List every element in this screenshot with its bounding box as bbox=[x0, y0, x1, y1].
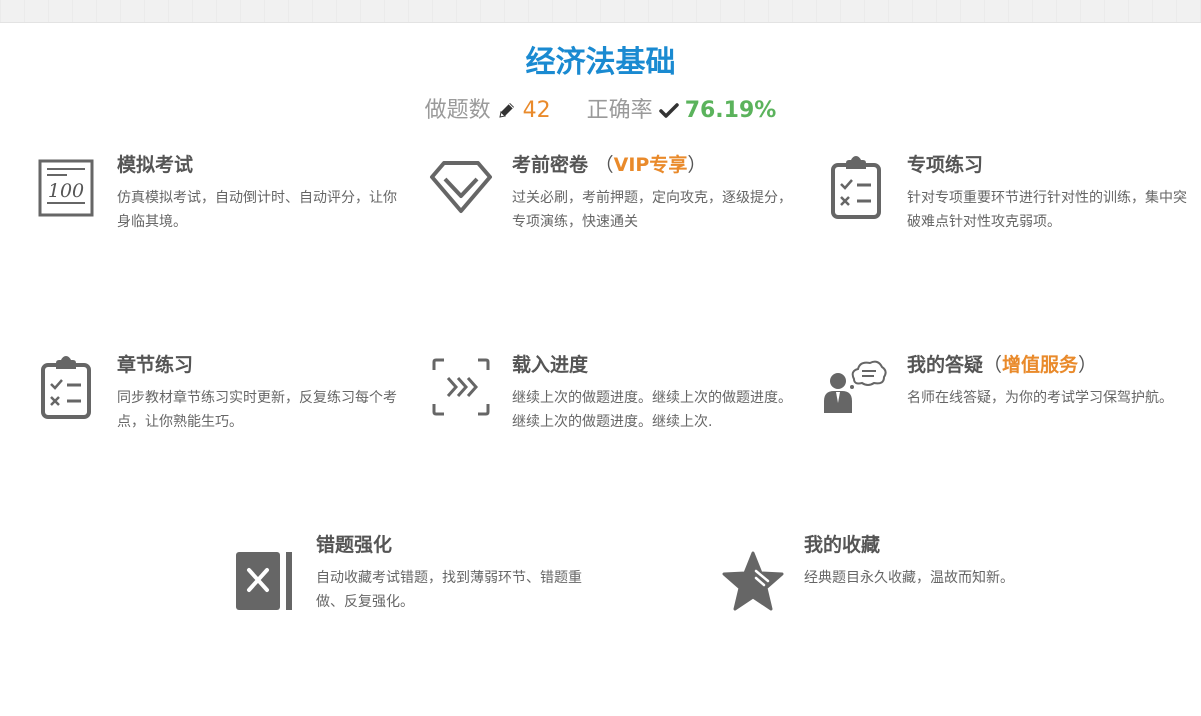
card-title: 模拟考试 bbox=[117, 154, 194, 176]
card-desc: 名师在线答疑，为你的考试学习保驾护航。 bbox=[907, 390, 1173, 406]
card-mock-exam[interactable]: 100 模拟考试 仿真模拟考试，自动倒计时、自动评分，让你身临其境。 bbox=[33, 152, 403, 242]
card-wrong-questions[interactable]: 错题强化 自动收藏考试错题，找到薄弱环节、错题重做、反复强化。 bbox=[232, 532, 602, 622]
svg-text:100: 100 bbox=[48, 180, 84, 202]
exam-score-100-icon: 100 bbox=[33, 152, 99, 222]
card-desc: 经典题目永久收藏，温故而知新。 bbox=[804, 570, 1014, 586]
rate-label: 正确率 bbox=[586, 98, 653, 123]
clipboard-checklist-icon bbox=[823, 152, 889, 222]
vip-tag: VIP专享 bbox=[613, 154, 688, 176]
check-icon bbox=[658, 99, 679, 129]
done-label: 做题数 bbox=[424, 98, 491, 123]
card-secret-paper[interactable]: 考前密卷 （VIP专享） 过关必刷，考前押题，定向攻克，逐级提分，专项演练，快速… bbox=[428, 152, 798, 242]
diamond-icon bbox=[428, 152, 494, 222]
card-title: 考前密卷 （VIP专享） bbox=[512, 154, 707, 176]
card-my-qa[interactable]: 我的答疑（增值服务） 名师在线答疑，为你的考试学习保驾护航。 bbox=[823, 352, 1193, 442]
card-title: 错题强化 bbox=[316, 534, 393, 556]
card-title: 专项练习 bbox=[907, 154, 984, 176]
wrong-book-icon bbox=[232, 546, 298, 616]
card-title: 我的答疑（增值服务） bbox=[907, 354, 1098, 376]
clipboard-checklist-icon bbox=[33, 352, 99, 422]
service-tag: 增值服务 bbox=[1002, 354, 1079, 376]
star-icon bbox=[720, 546, 786, 616]
card-chapter-practice[interactable]: 章节练习 同步教材章节练习实时更新，反复练习每个考点，让你熟能生巧。 bbox=[33, 352, 403, 442]
card-special-practice[interactable]: 专项练习 针对专项重要环节进行针对性的训练，集中突破难点针对性攻克弱项。 bbox=[823, 152, 1193, 242]
top-bar bbox=[0, 0, 1201, 23]
stats-bar: 做题数 42 正确率 76.19% bbox=[0, 96, 1201, 129]
card-desc: 仿真模拟考试，自动倒计时、自动评分，让你身临其境。 bbox=[117, 190, 397, 230]
teacher-chat-icon bbox=[823, 352, 889, 422]
rate-value: 76.19% bbox=[684, 98, 777, 123]
card-desc: 同步教材章节练习实时更新，反复练习每个考点，让你熟能生巧。 bbox=[117, 390, 397, 430]
card-load-progress[interactable]: 载入进度 继续上次的做题进度。继续上次的做题进度。继续上次的做题进度。继续上次. bbox=[428, 352, 798, 442]
card-my-favorites[interactable]: 我的收藏 经典题目永久收藏，温故而知新。 bbox=[720, 532, 1090, 622]
card-desc: 过关必刷，考前押题，定向攻克，逐级提分，专项演练，快速通关 bbox=[512, 190, 792, 230]
card-desc: 针对专项重要环节进行针对性的训练，集中突破难点针对性攻克弱项。 bbox=[907, 190, 1187, 230]
pencil-icon bbox=[497, 99, 517, 129]
card-desc: 继续上次的做题进度。继续上次的做题进度。继续上次的做题进度。继续上次. bbox=[512, 390, 792, 430]
card-desc: 自动收藏考试错题，找到薄弱环节、错题重做、反复强化。 bbox=[316, 570, 582, 610]
page-title: 经济法基础 bbox=[525, 45, 676, 80]
card-title: 我的收藏 bbox=[804, 534, 881, 556]
forward-arrows-icon bbox=[428, 352, 494, 422]
card-title: 章节练习 bbox=[117, 354, 194, 376]
done-count: 42 bbox=[522, 98, 551, 123]
card-title: 载入进度 bbox=[512, 354, 589, 376]
